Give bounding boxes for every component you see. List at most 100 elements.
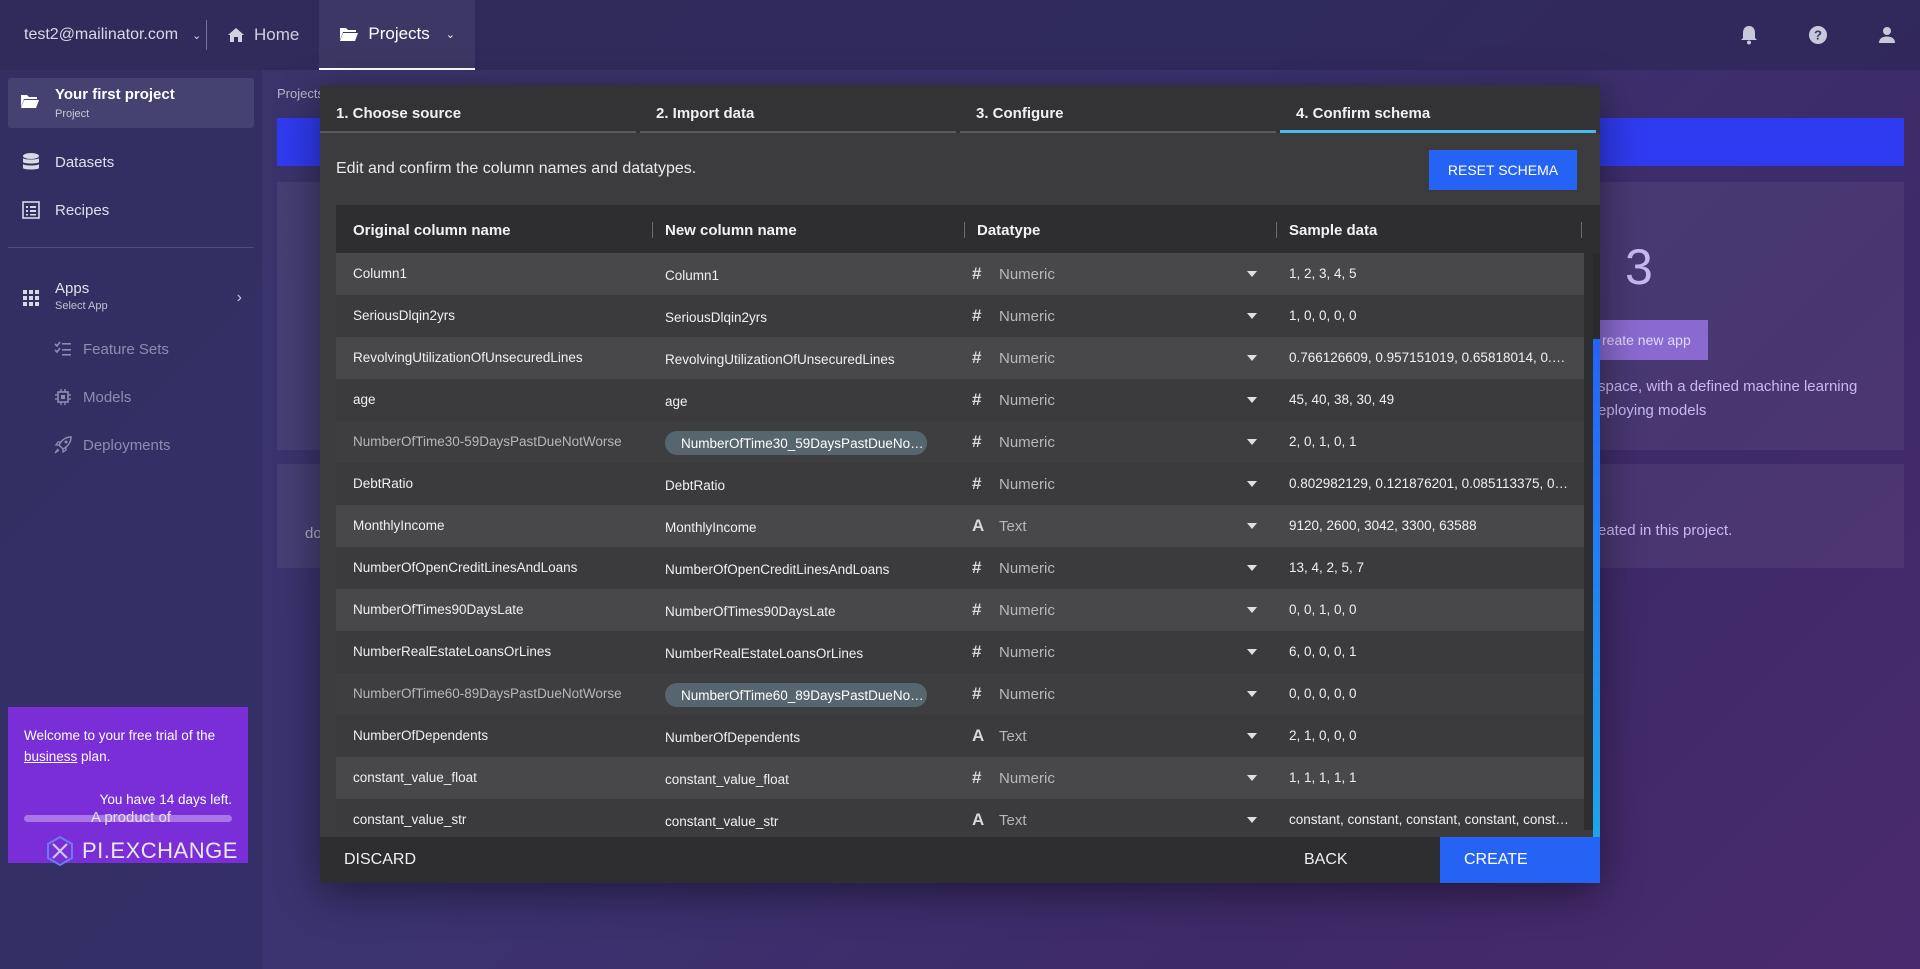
- original-column-name: Column1: [353, 266, 408, 281]
- account-menu[interactable]: test2@mailinator.com ⌄: [0, 0, 206, 70]
- datatype-select[interactable]: Numeric: [999, 308, 1055, 325]
- sidebar-item-models[interactable]: Models: [0, 377, 262, 417]
- bell-icon[interactable]: [1740, 25, 1758, 45]
- new-column-name-input[interactable]: MonthlyIncome: [665, 520, 757, 535]
- sample-data: 0, 0, 1, 0, 0: [1289, 602, 1357, 617]
- datatype-select[interactable]: Numeric: [999, 560, 1055, 577]
- datatype-select[interactable]: Numeric: [999, 350, 1055, 367]
- new-column-name-input[interactable]: Column1: [665, 268, 719, 283]
- numeric-type-icon: #: [972, 558, 982, 577]
- plan-link[interactable]: business: [24, 749, 77, 764]
- chip-icon: [55, 389, 71, 405]
- sidebar-item-datasets[interactable]: Datasets: [0, 142, 262, 182]
- step-confirm-schema[interactable]: 4. Confirm schema: [1280, 85, 1600, 133]
- numeric-type-icon: #: [972, 264, 982, 283]
- caret-down-icon[interactable]: [1247, 397, 1257, 403]
- nav-projects[interactable]: Projects ⌄: [319, 0, 475, 70]
- top-bar: test2@mailinator.com ⌄ Home Projects ⌄ ?: [0, 0, 1920, 70]
- datatype-select[interactable]: Text: [999, 728, 1027, 745]
- scrollbar[interactable]: [1593, 253, 1600, 849]
- step-choose-source[interactable]: 1. Choose source: [320, 85, 640, 133]
- caret-down-icon[interactable]: [1247, 649, 1257, 655]
- numeric-type-icon: #: [972, 306, 982, 325]
- nav-home[interactable]: Home: [207, 0, 319, 70]
- new-column-name-input[interactable]: age: [665, 394, 688, 409]
- caret-down-icon[interactable]: [1247, 565, 1257, 571]
- stepper: 1. Choose source 2. Import data 3. Confi…: [320, 85, 1600, 133]
- datatype-select[interactable]: Numeric: [999, 476, 1055, 493]
- new-column-name-input[interactable]: RevolvingUtilizationOfUnsecuredLines: [665, 352, 895, 367]
- pi-exchange-logo-mark: [47, 835, 73, 867]
- datatype-select[interactable]: Text: [999, 518, 1027, 535]
- new-column-name-input[interactable]: NumberOfTimes90DaysLate: [665, 604, 836, 619]
- chevron-down-icon[interactable]: ⌄: [446, 28, 455, 41]
- new-column-name-input[interactable]: NumberOfTime30_59DaysPastDueNotW...: [665, 431, 927, 455]
- sidebar-item-feature-sets[interactable]: Feature Sets: [0, 329, 262, 369]
- datatype-select[interactable]: Numeric: [999, 392, 1055, 409]
- project-card[interactable]: Your first project Project: [8, 78, 254, 128]
- original-column-name: constant_value_str: [353, 812, 467, 827]
- numeric-type-icon: #: [972, 348, 982, 367]
- divider: [964, 222, 965, 238]
- chevron-right-icon: ›: [236, 289, 242, 306]
- caret-down-icon[interactable]: [1247, 271, 1257, 277]
- table-header: Original column name New column name Dat…: [336, 205, 1584, 252]
- table-row: RevolvingUtilizationOfUnsecuredLines Revo…: [336, 337, 1584, 379]
- step-import-data[interactable]: 2. Import data: [640, 85, 960, 133]
- caret-down-icon[interactable]: [1247, 355, 1257, 361]
- caret-down-icon[interactable]: [1247, 313, 1257, 319]
- caret-down-icon[interactable]: [1247, 817, 1257, 823]
- original-column-name: constant_value_float: [353, 770, 477, 785]
- chevron-down-icon: ⌄: [192, 29, 202, 42]
- text-type-icon: A: [972, 810, 985, 829]
- original-column-name: SeriousDlqin2yrs: [353, 308, 456, 323]
- folder-open-icon: [21, 95, 39, 108]
- caret-down-icon[interactable]: [1247, 775, 1257, 781]
- new-column-name-input[interactable]: NumberOfOpenCreditLinesAndLoans: [665, 562, 889, 577]
- breadcrumb[interactable]: Projects: [277, 86, 324, 101]
- original-column-name: age: [353, 392, 376, 407]
- datatype-select[interactable]: Text: [999, 812, 1027, 829]
- trial-line-suffix: plan.: [77, 749, 111, 764]
- back-button[interactable]: BACK: [1304, 851, 1348, 869]
- new-column-name-input[interactable]: NumberRealEstateLoansOrLines: [665, 646, 863, 661]
- new-column-name-input[interactable]: NumberOfDependents: [665, 730, 800, 745]
- caret-down-icon[interactable]: [1247, 607, 1257, 613]
- help-icon[interactable]: ?: [1808, 25, 1828, 45]
- sidebar-item-apps[interactable]: Apps Select App ›: [0, 276, 262, 320]
- datatype-select[interactable]: Numeric: [999, 644, 1055, 661]
- new-column-name-input[interactable]: NumberOfTime60_89DaysPastDueNotW...: [665, 683, 927, 707]
- sidebar-item-label: Feature Sets: [83, 340, 169, 358]
- divider: [652, 222, 653, 238]
- create-new-app-button[interactable]: reate new app: [1590, 320, 1708, 360]
- create-button[interactable]: CREATE: [1440, 837, 1600, 883]
- datatype-select[interactable]: Numeric: [999, 602, 1055, 619]
- account-email: test2@mailinator.com: [24, 26, 179, 43]
- datatype-select[interactable]: Numeric: [999, 770, 1055, 787]
- user-icon[interactable]: [1878, 26, 1896, 44]
- scrollbar-thumb[interactable]: [1593, 339, 1600, 849]
- discard-button[interactable]: DISCARD: [344, 851, 416, 869]
- new-column-name-input[interactable]: DebtRatio: [665, 478, 725, 493]
- caret-down-icon[interactable]: [1247, 481, 1257, 487]
- new-column-name-input[interactable]: constant_value_str: [665, 814, 778, 829]
- table-row: DebtRatio DebtRatio # Numeric 0.802982129, 0…: [336, 463, 1584, 505]
- datatype-select[interactable]: Numeric: [999, 686, 1055, 703]
- created-text: eated in this project.: [1598, 522, 1733, 539]
- datatype-select[interactable]: Numeric: [999, 434, 1055, 451]
- step-configure[interactable]: 3. Configure: [960, 85, 1280, 133]
- sidebar-item-label: Apps: [55, 280, 90, 297]
- caret-down-icon[interactable]: [1247, 439, 1257, 445]
- new-column-name-input[interactable]: SeriousDlqin2yrs: [665, 310, 767, 325]
- sidebar-item-label: Datasets: [55, 153, 115, 171]
- sample-data: 45, 40, 38, 30, 49: [1289, 392, 1395, 407]
- caret-down-icon[interactable]: [1247, 523, 1257, 529]
- sidebar-item-deployments[interactable]: Deployments: [0, 425, 262, 465]
- caret-down-icon[interactable]: [1247, 733, 1257, 739]
- datatype-select[interactable]: Numeric: [999, 266, 1055, 283]
- instruction-text: Edit and confirm the column names and da…: [336, 160, 697, 177]
- caret-down-icon[interactable]: [1247, 691, 1257, 697]
- new-column-name-input[interactable]: constant_value_float: [665, 772, 789, 787]
- sidebar-item-recipes[interactable]: Recipes: [0, 190, 262, 230]
- reset-schema-button[interactable]: RESET SCHEMA: [1429, 150, 1577, 190]
